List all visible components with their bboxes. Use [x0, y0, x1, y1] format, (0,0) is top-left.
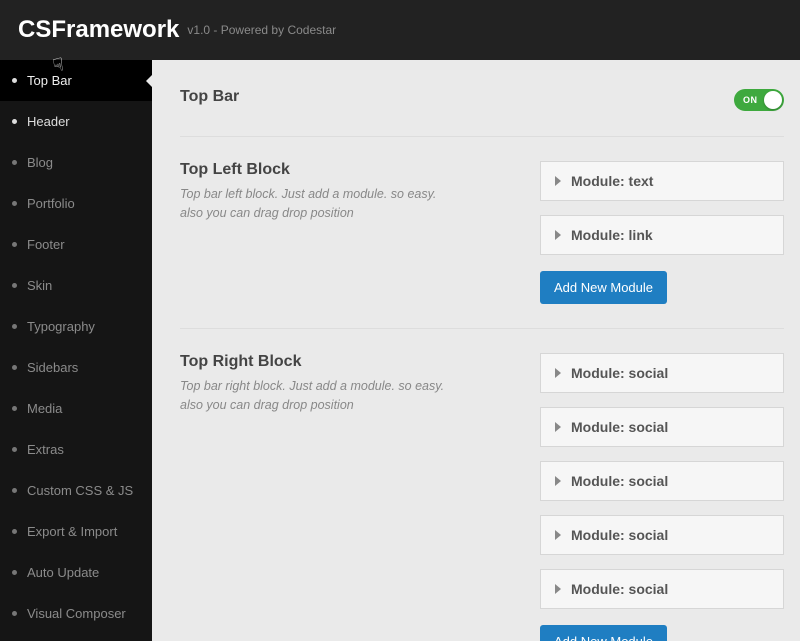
sidebar-item-label: Custom CSS & JS	[27, 483, 133, 498]
app-header: CSFramework v1.0 - Powered by Codestar	[0, 0, 800, 60]
sidebar-item-portfolio[interactable]: Portfolio	[0, 183, 152, 224]
chevron-right-icon	[555, 584, 561, 594]
bullet-icon	[12, 529, 17, 534]
sidebar-item-header[interactable]: Header	[0, 101, 152, 142]
bullet-icon	[12, 242, 17, 247]
module-row[interactable]: Module: social	[540, 515, 784, 555]
section-title-right: Top Right Block	[180, 353, 520, 371]
sidebar-item-label: Portfolio	[27, 196, 75, 211]
sidebar-item-skin[interactable]: Skin	[0, 265, 152, 306]
sidebar-item-label: Media	[27, 401, 62, 416]
module-row[interactable]: Module: text	[540, 161, 784, 201]
module-label: Module: link	[571, 227, 653, 243]
sidebar-item-label: Sidebars	[27, 360, 78, 375]
sidebar-item-label: Footer	[27, 237, 65, 252]
chevron-right-icon	[555, 176, 561, 186]
sidebar-item-label: Skin	[27, 278, 52, 293]
bullet-icon	[12, 611, 17, 616]
chevron-right-icon	[555, 476, 561, 486]
section-desc-left-1: Top bar left block. Just add a module. s…	[180, 185, 520, 204]
sidebar: Top Bar Header Blog Portfolio Footer Skin Typo…	[0, 60, 152, 641]
bullet-icon	[12, 283, 17, 288]
sidebar-item-footer[interactable]: Footer	[0, 224, 152, 265]
toggle-label: ON	[743, 95, 758, 105]
sidebar-item-blog[interactable]: Blog	[0, 142, 152, 183]
top-bar-toggle[interactable]: ON	[734, 89, 784, 111]
bullet-icon	[12, 160, 17, 165]
bullet-icon	[12, 365, 17, 370]
sidebar-item-media[interactable]: Media	[0, 388, 152, 429]
module-label: Module: social	[571, 527, 668, 543]
sidebar-item-label: Auto Update	[27, 565, 99, 580]
toggle-knob-icon	[764, 91, 782, 109]
sidebar-item-auto-update[interactable]: Auto Update	[0, 552, 152, 593]
bullet-icon	[12, 324, 17, 329]
section-title-left: Top Left Block	[180, 161, 520, 179]
module-row[interactable]: Module: social	[540, 461, 784, 501]
sidebar-item-extras[interactable]: Extras	[0, 429, 152, 470]
sidebar-item-visual-composer[interactable]: Visual Composer	[0, 593, 152, 634]
sidebar-item-label: Top Bar	[27, 73, 72, 88]
section-desc-left-2: also you can drag drop position	[180, 204, 520, 223]
chevron-right-icon	[555, 368, 561, 378]
bullet-icon	[12, 447, 17, 452]
main-content: Top Bar ON Top Left Block Top bar left b…	[152, 60, 800, 641]
sidebar-item-label: Visual Composer	[27, 606, 126, 621]
module-label: Module: text	[571, 173, 653, 189]
add-module-right-button[interactable]: Add New Module	[540, 625, 667, 641]
module-label: Module: social	[571, 473, 668, 489]
section-top-left-block: Top Left Block Top bar left block. Just …	[180, 137, 784, 329]
chevron-right-icon	[555, 422, 561, 432]
bullet-icon	[12, 406, 17, 411]
sidebar-item-label: Extras	[27, 442, 64, 457]
brand-subtitle: v1.0 - Powered by Codestar	[187, 23, 336, 37]
module-row[interactable]: Module: social	[540, 407, 784, 447]
sidebar-item-custom-css-js[interactable]: Custom CSS & JS	[0, 470, 152, 511]
sidebar-item-label: Export & Import	[27, 524, 117, 539]
sidebar-item-top-bar[interactable]: Top Bar	[0, 60, 152, 101]
section-top-right-block: Top Right Block Top bar right block. Jus…	[180, 329, 784, 641]
chevron-right-icon	[555, 230, 561, 240]
add-module-left-button[interactable]: Add New Module	[540, 271, 667, 304]
sidebar-item-label: Header	[27, 114, 70, 129]
bullet-icon	[12, 119, 17, 124]
bullet-icon	[12, 78, 17, 83]
section-title-top-bar: Top Bar	[180, 88, 239, 106]
bullet-icon	[12, 488, 17, 493]
bullet-icon	[12, 201, 17, 206]
brand-title: CSFramework	[18, 16, 179, 44]
chevron-right-icon	[555, 530, 561, 540]
module-label: Module: social	[571, 419, 668, 435]
bullet-icon	[12, 570, 17, 575]
module-label: Module: social	[571, 581, 668, 597]
section-top-bar: Top Bar ON	[180, 74, 784, 137]
module-row[interactable]: Module: social	[540, 569, 784, 609]
section-desc-right-2: also you can drag drop position	[180, 396, 520, 415]
sidebar-item-sidebars[interactable]: Sidebars	[0, 347, 152, 388]
sidebar-item-label: Typography	[27, 319, 95, 334]
module-label: Module: social	[571, 365, 668, 381]
sidebar-item-typography[interactable]: Typography	[0, 306, 152, 347]
sidebar-item-export-import[interactable]: Export & Import	[0, 511, 152, 552]
module-row[interactable]: Module: social	[540, 353, 784, 393]
section-desc-right-1: Top bar right block. Just add a module. …	[180, 377, 520, 396]
module-row[interactable]: Module: link	[540, 215, 784, 255]
sidebar-item-label: Blog	[27, 155, 53, 170]
